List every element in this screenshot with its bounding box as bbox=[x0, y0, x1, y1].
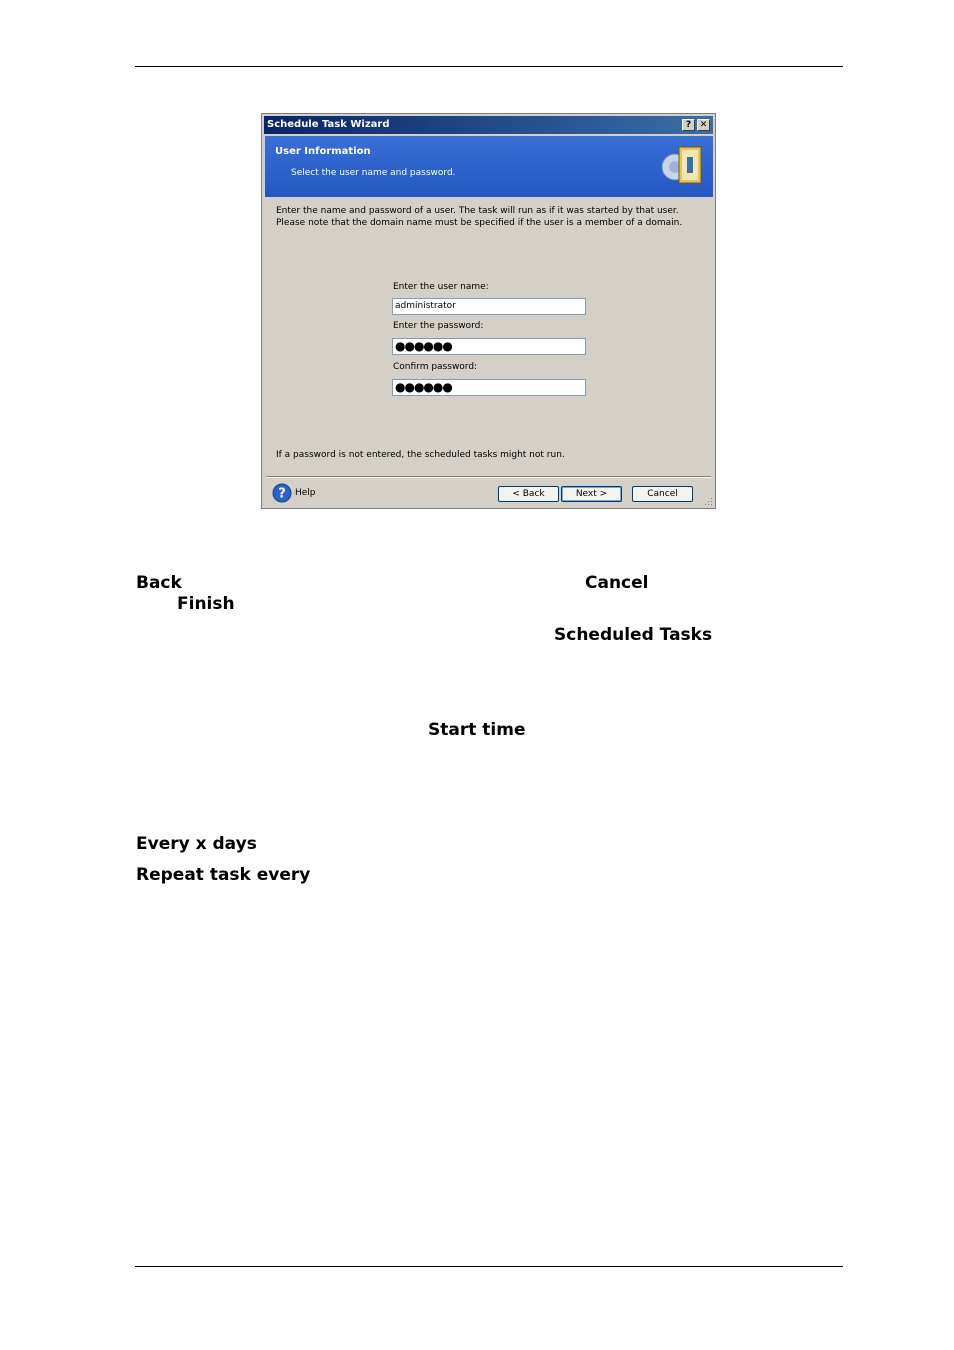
term-start-time: Start time bbox=[428, 720, 526, 740]
help-circle-icon[interactable]: ? bbox=[272, 483, 292, 503]
next-button[interactable]: Next > bbox=[561, 486, 622, 502]
term-finish: Finish bbox=[177, 594, 235, 614]
confirm-password-field[interactable]: ●●●●●● bbox=[392, 379, 586, 396]
term-scheduled-tasks: Scheduled Tasks bbox=[554, 625, 713, 645]
header-rule bbox=[135, 66, 843, 67]
term-every-x-days: Every x days bbox=[136, 834, 257, 854]
footer-rule bbox=[135, 1266, 843, 1267]
username-label: Enter the user name: bbox=[393, 282, 489, 292]
schedule-task-wizard-dialog: Schedule Task Wizard ? ✕ User Informatio… bbox=[261, 113, 716, 509]
term-back: Back bbox=[136, 573, 182, 593]
cancel-button[interactable]: Cancel bbox=[632, 486, 693, 502]
title-bar[interactable]: Schedule Task Wizard ? ✕ bbox=[264, 116, 713, 134]
password-note: If a password is not entered, the schedu… bbox=[276, 450, 565, 460]
back-button[interactable]: < Back bbox=[498, 486, 559, 502]
help-link[interactable]: Help bbox=[295, 488, 316, 498]
term-repeat-task-every: Repeat task every bbox=[136, 865, 311, 885]
intro-text: Enter the name and password of a user. T… bbox=[276, 206, 683, 228]
header-subtitle: Select the user name and password. bbox=[291, 168, 456, 178]
help-icon[interactable]: ? bbox=[682, 119, 695, 131]
password-field[interactable]: ●●●●●● bbox=[392, 338, 586, 355]
svg-text:?: ? bbox=[278, 487, 286, 502]
header-title: User Information bbox=[275, 146, 371, 157]
wizard-header: User Information Select the user name an… bbox=[265, 136, 713, 197]
term-cancel: Cancel bbox=[585, 573, 649, 593]
resize-grip-icon[interactable] bbox=[703, 496, 713, 506]
server-clock-icon bbox=[661, 146, 702, 184]
dialog-title: Schedule Task Wizard bbox=[267, 119, 390, 130]
footer-divider bbox=[266, 476, 711, 478]
close-icon[interactable]: ✕ bbox=[697, 119, 710, 131]
confirm-password-label: Confirm password: bbox=[393, 362, 478, 372]
password-label: Enter the password: bbox=[393, 321, 484, 331]
username-field[interactable]: administrator bbox=[392, 298, 586, 315]
